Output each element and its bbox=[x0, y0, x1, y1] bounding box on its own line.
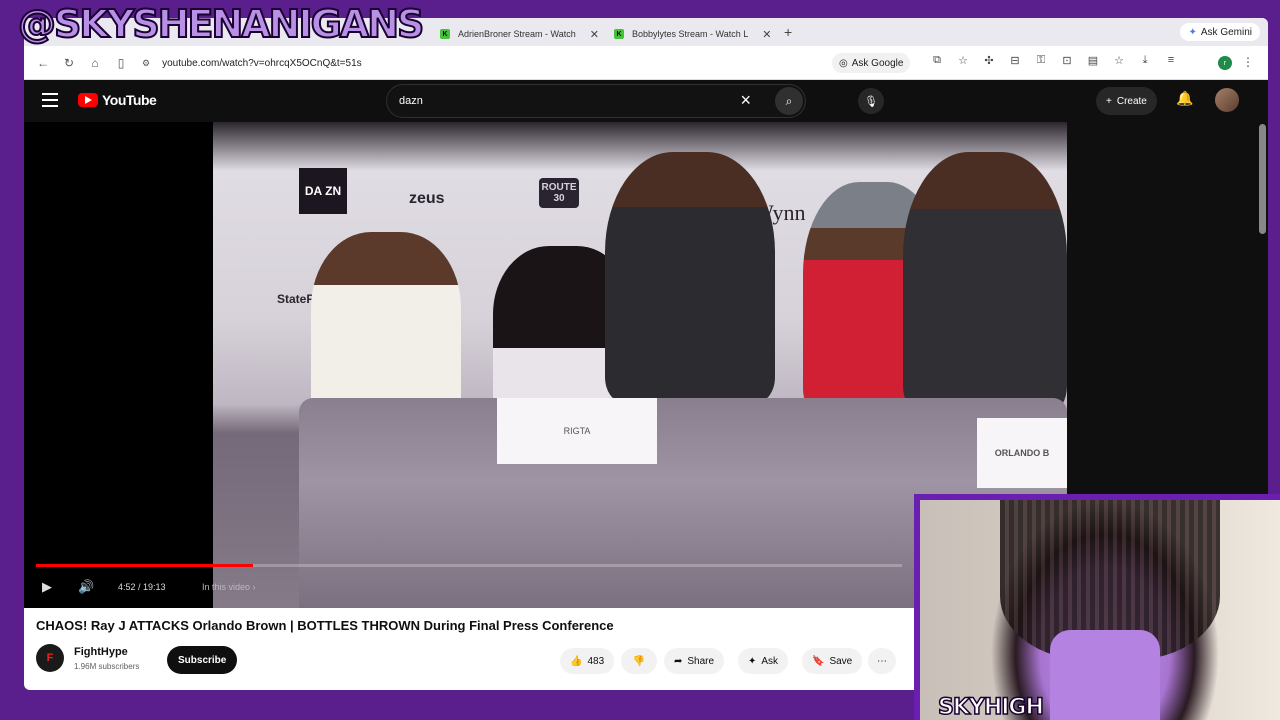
nameplate-right: ORLANDO B bbox=[977, 418, 1067, 488]
back-icon[interactable]: ← bbox=[30, 56, 56, 70]
youtube-logo[interactable]: YouTube bbox=[78, 92, 157, 108]
search-icon[interactable]: ⌕ bbox=[775, 87, 803, 115]
create-button[interactable]: + Create bbox=[1096, 87, 1157, 115]
tab-bobbylytes[interactable]: K Bobbylytes Stream - Watch L ✕ bbox=[608, 22, 777, 46]
browser-toolbar: ← ↻ ⌂ ▯ ⚙ youtube.com/watch?v=ohrcqX5OCn… bbox=[24, 46, 1268, 80]
bookmark-star-icon[interactable]: ☆ bbox=[950, 54, 976, 67]
gemini-sparkle-icon: ✦ bbox=[1188, 26, 1197, 38]
save-label: Save bbox=[829, 655, 853, 667]
ask-gemini-button[interactable]: ✦ Ask Gemini bbox=[1180, 23, 1260, 41]
kick-favicon-icon: K bbox=[614, 29, 624, 39]
extension-icons: ⧉ ☆ ✣ ⊟ ⚿ ⊡ ▤ ☆ ⤓ ≡ bbox=[924, 54, 1184, 67]
more-horizontal-icon: ⋯ bbox=[877, 655, 887, 667]
kick-favicon-icon: K bbox=[440, 29, 450, 39]
share-icon: ➦ bbox=[674, 655, 683, 667]
clear-search-icon[interactable]: × bbox=[740, 90, 751, 111]
ask-google-label: Ask Google bbox=[851, 57, 904, 69]
share-button[interactable]: ➦ Share bbox=[664, 648, 725, 674]
video-title: CHAOS! Ray J ATTACKS Orlando Brown | BOT… bbox=[36, 618, 614, 633]
screenshot-icon[interactable]: ⊡ bbox=[1054, 54, 1080, 67]
youtube-header: YouTube dazn × ⌕ 🎙 + Create 🔔 bbox=[24, 80, 1268, 122]
zeus-backdrop-logo: zeus bbox=[409, 190, 445, 207]
dislike-button[interactable]: 👎 bbox=[621, 648, 657, 674]
player-controls: ▶ 🔊 4:52 / 19:13 In this video › bbox=[24, 552, 914, 608]
google-lens-icon: ◎ bbox=[839, 57, 848, 69]
search-box[interactable]: dazn × ⌕ bbox=[386, 84, 806, 118]
progress-fill bbox=[36, 564, 253, 567]
person-ray-j bbox=[311, 232, 461, 422]
bookmarks-icon[interactable]: ☆ bbox=[1106, 54, 1132, 67]
plus-icon: + bbox=[1106, 95, 1112, 107]
channel-name[interactable]: FightHype bbox=[74, 646, 128, 658]
notifications-bell-icon[interactable]: 🔔 bbox=[1176, 90, 1193, 107]
browser-menu-icon[interactable]: ⋮ bbox=[1242, 55, 1254, 69]
sparkle-icon: ✦ bbox=[748, 655, 757, 667]
ask-gemini-label: Ask Gemini bbox=[1200, 26, 1252, 38]
time-display: 4:52 / 19:13 bbox=[118, 582, 166, 592]
url-text: youtube.com/watch?v=ohrcqX5OCnQ&t=51s bbox=[162, 57, 362, 69]
like-button[interactable]: 👍 483 bbox=[560, 648, 615, 674]
home-icon[interactable]: ⌂ bbox=[82, 56, 108, 70]
ask-button[interactable]: ✦ Ask bbox=[738, 648, 789, 674]
play-icon[interactable]: ▶ bbox=[42, 579, 52, 595]
voice-search-icon[interactable]: 🎙 bbox=[858, 88, 884, 114]
lock-extension-icon[interactable]: ⊟ bbox=[1002, 54, 1028, 67]
save-button[interactable]: 🔖 Save bbox=[802, 648, 863, 674]
volume-icon[interactable]: 🔊 bbox=[78, 579, 94, 595]
create-label: Create bbox=[1116, 95, 1147, 107]
menu-icon[interactable] bbox=[42, 93, 58, 107]
person-security bbox=[605, 152, 775, 402]
subscriber-count: 1.96M subscribers bbox=[74, 662, 140, 671]
webcam-label: SKYHIGH bbox=[937, 694, 1044, 720]
video-player[interactable]: DA ZN zeus StateFarm ARENA Wynn ROUTE 30… bbox=[24, 122, 1067, 608]
chapter-hint[interactable]: In this video › bbox=[202, 582, 256, 592]
download-icon[interactable]: ⤓ bbox=[1132, 54, 1158, 67]
stream-handle-overlay: @SKYSHENANIGANS bbox=[17, 1, 425, 47]
extensions-icon[interactable]: ✣ bbox=[976, 54, 1002, 67]
channel-avatar[interactable]: F bbox=[36, 644, 64, 672]
new-tab-button[interactable]: + bbox=[784, 24, 792, 40]
thumbs-down-icon: 👎 bbox=[632, 655, 646, 667]
dazn-backdrop-logo: DA ZN bbox=[299, 168, 347, 214]
ask-label: Ask bbox=[761, 655, 779, 667]
route30-backdrop-logo: ROUTE 30 bbox=[539, 178, 579, 208]
tab-title: Bobbylytes Stream - Watch L bbox=[632, 29, 749, 39]
tab-adrienbroner[interactable]: K AdrienBroner Stream - Watch ✕ bbox=[434, 22, 605, 46]
sidebar-icon[interactable]: ▯ bbox=[108, 56, 134, 70]
tab-close-icon[interactable]: ✕ bbox=[762, 28, 771, 41]
youtube-play-icon bbox=[78, 93, 98, 107]
profile-avatar[interactable]: r bbox=[1218, 56, 1232, 70]
key-icon[interactable]: ⚿ bbox=[1028, 54, 1054, 67]
webcam-frame: SKYHIGH bbox=[914, 494, 1280, 720]
like-count: 483 bbox=[587, 655, 605, 667]
share-label: Share bbox=[687, 655, 715, 667]
webcam-feed: SKYHIGH bbox=[920, 500, 1280, 720]
bookmark-icon: 🔖 bbox=[812, 655, 825, 667]
account-avatar[interactable] bbox=[1215, 88, 1239, 112]
more-actions-button[interactable]: ⋯ bbox=[868, 648, 896, 674]
media-icon[interactable]: ≡ bbox=[1158, 54, 1184, 67]
reload-icon[interactable]: ↻ bbox=[56, 56, 82, 70]
tab-title: AdrienBroner Stream - Watch bbox=[458, 29, 576, 39]
tab-close-icon[interactable]: ✕ bbox=[590, 28, 599, 41]
page-scrollbar[interactable] bbox=[1259, 124, 1266, 234]
video-info: CHAOS! Ray J ATTACKS Orlando Brown | BOT… bbox=[24, 608, 914, 690]
ask-google-button[interactable]: ◎ Ask Google bbox=[832, 53, 911, 73]
person-security-right bbox=[903, 152, 1067, 412]
subscribe-button[interactable]: Subscribe bbox=[167, 646, 238, 674]
nameplate-left: RIGTA bbox=[497, 398, 657, 464]
install-icon[interactable]: ⧉ bbox=[924, 54, 950, 67]
thumbs-up-icon: 👍 bbox=[570, 655, 583, 667]
youtube-logo-text: YouTube bbox=[102, 92, 157, 108]
site-info-icon[interactable]: ⚙ bbox=[142, 58, 150, 69]
search-input[interactable]: dazn bbox=[399, 95, 423, 107]
streamer-top bbox=[1050, 630, 1160, 720]
progress-bar[interactable] bbox=[36, 564, 902, 567]
reading-list-icon[interactable]: ▤ bbox=[1080, 54, 1106, 67]
